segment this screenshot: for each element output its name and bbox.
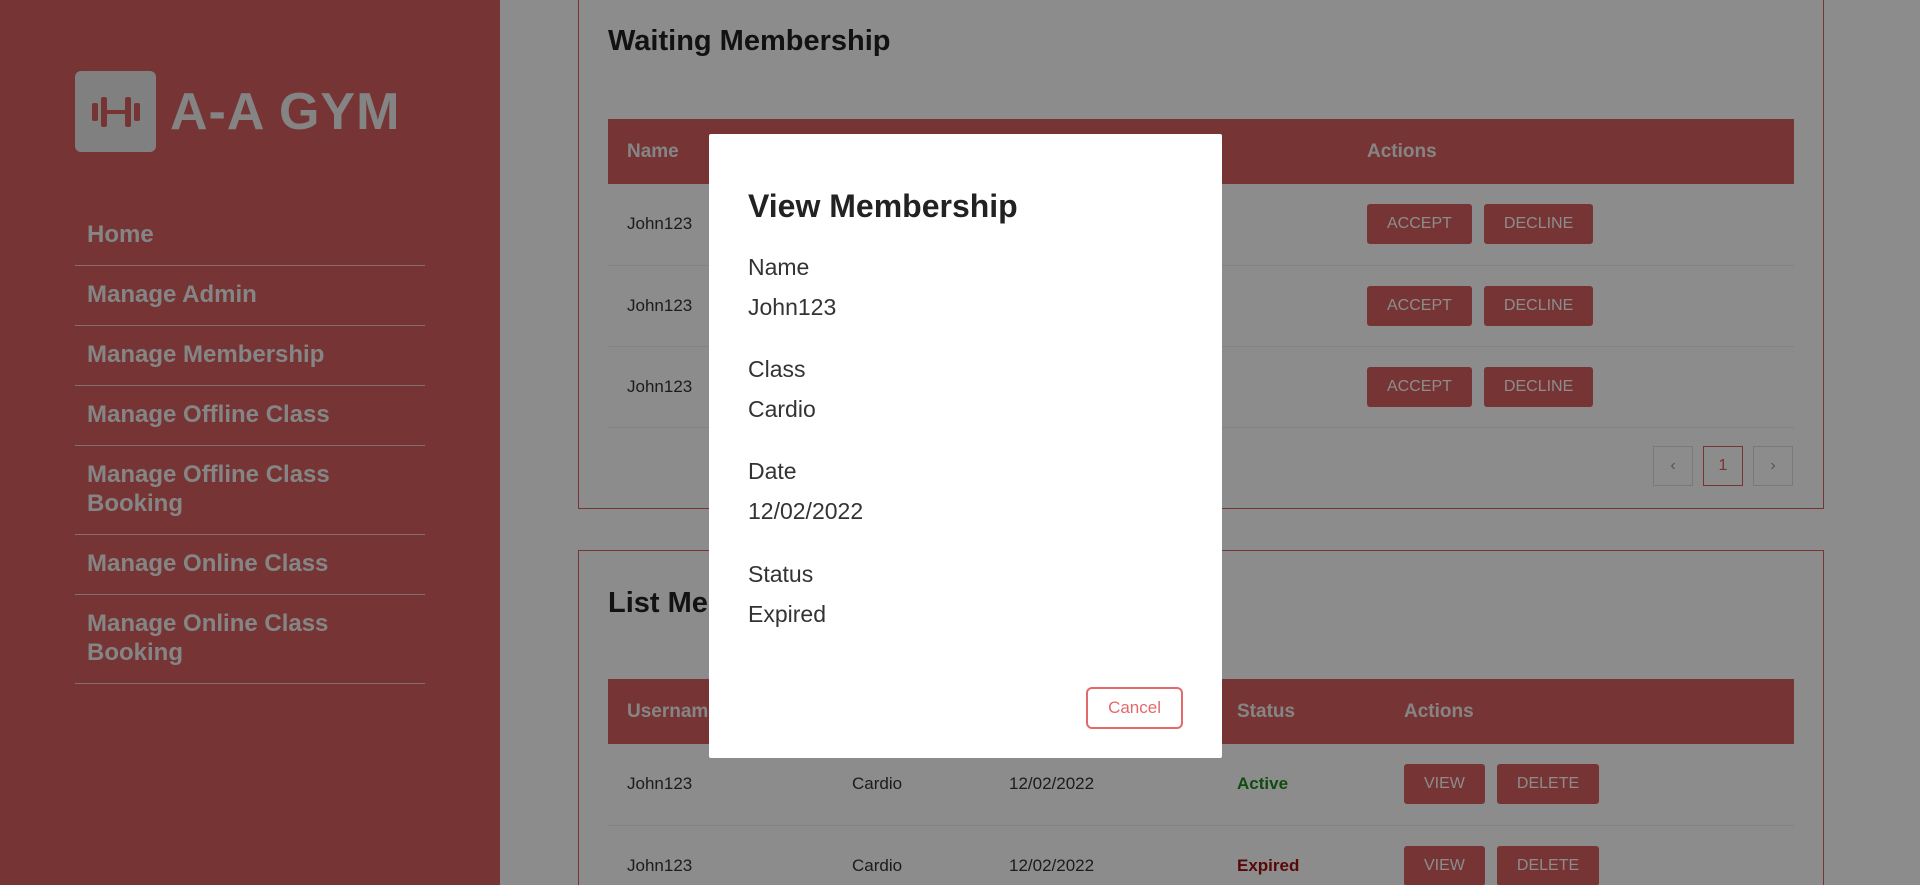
field-date: Date 12/02/2022 [748,456,863,526]
field-name: Name John123 [748,252,836,322]
field-label: Name [748,254,810,280]
field-value: Expired [748,601,826,627]
field-label: Class [748,356,806,382]
field-class: Class Cardio [748,354,816,424]
view-membership-modal: View Membership Name John123 Class Cardi… [709,134,1222,758]
field-label: Date [748,458,797,484]
field-status: Status Expired [748,559,826,629]
field-value: John123 [748,294,837,320]
field-value: 12/02/2022 [748,498,864,524]
cancel-button[interactable]: Cancel [1086,687,1183,729]
field-value: Cardio [748,396,816,422]
modal-title: View Membership [748,188,1018,224]
field-label: Status [748,561,814,587]
